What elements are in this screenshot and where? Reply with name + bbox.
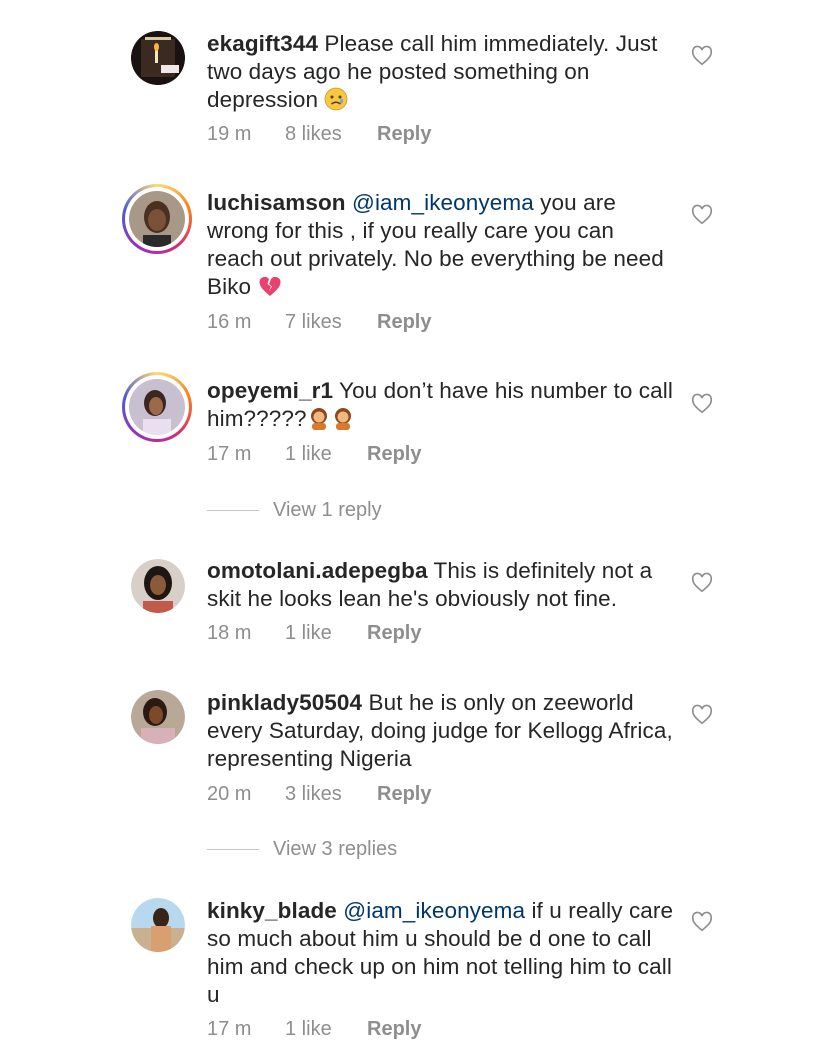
avatar-image [131,898,185,952]
comment-likes[interactable]: 8 likes [285,123,377,146]
heart-outline-icon[interactable] [691,204,713,226]
comment-username[interactable]: opeyemi_r1 [207,378,333,403]
comment-text: kinky_blade @iam_ikeonyema if u really c… [207,897,677,1009]
heart-outline-icon[interactable] [691,911,713,933]
avatar-image [131,559,185,613]
comment-text: omotolani.adepegba This is definitely no… [207,557,677,613]
comment-meta: 17 m 1 like Reply [207,1018,421,1041]
reply-button[interactable]: Reply [367,622,421,645]
comment-username[interactable]: luchisamson [207,190,346,215]
comment-time: 17 m [207,1018,252,1040]
comment-time: 18 m [207,622,252,644]
comment-time: 20 m [207,783,252,805]
comment-time: 17 m [207,443,252,465]
broken-heart-emoji [259,276,281,296]
comment-text: luchisamson @iam_ikeonyema you are wrong… [207,189,677,301]
reply-button[interactable]: Reply [367,443,421,466]
avatar[interactable] [122,372,192,442]
comment-text: ekagift344 Please call him immediately. … [207,30,677,114]
avatar[interactable] [131,898,185,952]
comment-text: pinklady50504 But he is only on zeeworld… [207,689,677,773]
woman-pouting-emoji [334,408,351,430]
comment-meta: 19 m 8 likes Reply [207,123,431,146]
divider [207,849,259,850]
avatar-image [129,379,185,435]
reply-button[interactable]: Reply [377,123,431,146]
comment-meta: 20 m 3 likes Reply [207,783,431,806]
reply-button[interactable]: Reply [377,311,431,334]
heart-outline-icon[interactable] [691,45,713,67]
avatar[interactable] [122,184,192,254]
reply-button[interactable]: Reply [367,1018,421,1041]
avatar[interactable] [131,690,185,744]
comment-text: opeyemi_r1 You don’t have his number to … [207,377,677,433]
comment-mention[interactable]: @iam_ikeonyema [343,898,525,923]
avatar-image [129,191,185,247]
comment-likes[interactable]: 1 like [285,443,367,466]
heart-outline-icon[interactable] [691,572,713,594]
comment-username[interactable]: omotolani.adepegba [207,558,428,583]
avatar[interactable] [131,559,185,613]
comment-likes[interactable]: 3 likes [285,783,377,806]
comment-username[interactable]: kinky_blade [207,898,337,923]
heart-outline-icon[interactable] [691,704,713,726]
comment-likes[interactable]: 1 like [285,1018,367,1041]
divider [207,510,259,511]
comment-meta: 18 m 1 like Reply [207,622,421,645]
view-replies-button[interactable]: View 3 replies [207,838,397,861]
comment-likes[interactable]: 7 likes [285,311,377,334]
comment-username[interactable]: ekagift344 [207,31,318,56]
avatar[interactable] [131,31,185,85]
heart-outline-icon[interactable] [691,393,713,415]
comment-likes[interactable]: 1 like [285,622,367,645]
comment-username[interactable]: pinklady50504 [207,690,362,715]
comment-time: 19 m [207,123,252,145]
avatar-image [131,690,185,744]
comment-meta: 16 m 7 likes Reply [207,311,431,334]
comment-mention[interactable]: @iam_ikeonyema [352,190,534,215]
view-replies-label[interactable]: View 3 replies [273,838,397,861]
woman-pouting-emoji [310,408,327,430]
comment-time: 16 m [207,311,252,333]
view-replies-button[interactable]: View 1 reply [207,499,382,522]
view-replies-label[interactable]: View 1 reply [273,499,382,522]
comment-meta: 17 m 1 like Reply [207,443,421,466]
reply-button[interactable]: Reply [377,783,431,806]
avatar-image [131,31,185,85]
sad-face-emoji [325,87,348,111]
